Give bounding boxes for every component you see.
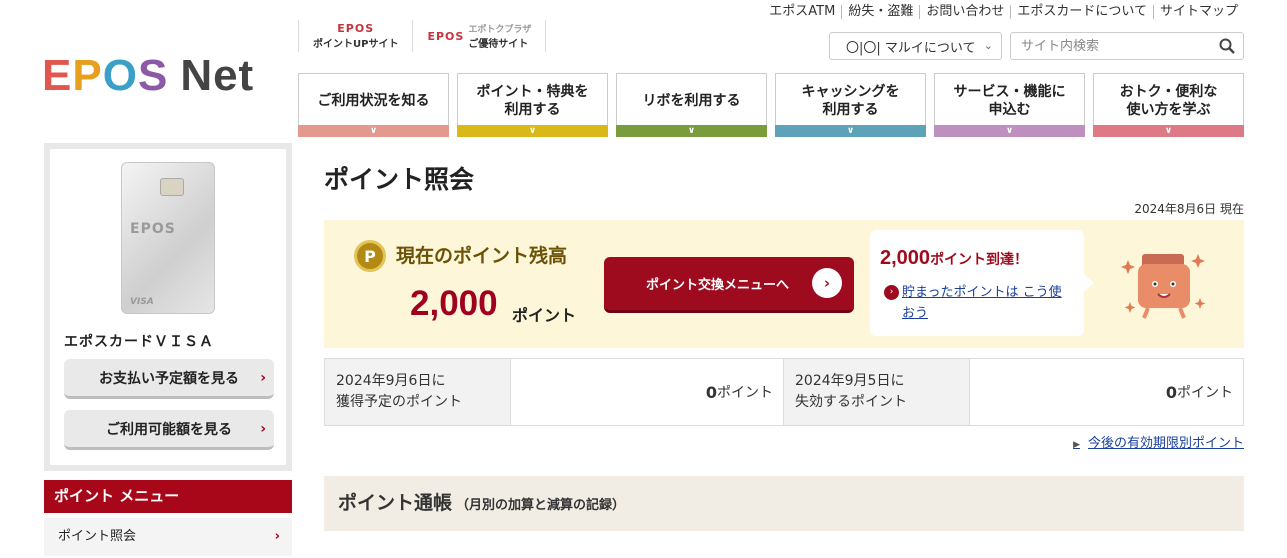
balance-label: 現在のポイント残高 [396, 245, 568, 267]
menu-item-point-inquiry[interactable]: ポイント照会 › [44, 518, 292, 556]
nav-cashing[interactable]: キャッシングを 利用する ∨ [775, 73, 926, 137]
button-label: ご利用可能額を見る [106, 421, 232, 438]
nav-learn-tips[interactable]: おトク・便利な 使い方を学ぶ ∨ [1093, 73, 1244, 137]
card-image: EPOS VISA [121, 162, 215, 314]
utility-nav: エポスATM 紛失・盗難 お問い合わせ エポスカードについて サイトマップ [763, 5, 1244, 19]
site-link-brand: EPOS [337, 22, 375, 35]
chevron-down-icon: ⌄ [983, 39, 993, 52]
chevron-right-icon: › [260, 420, 266, 437]
expire-label-line1: 2024年9月5日に [795, 373, 905, 389]
link-label: 今後の有効期限別ポイント [1087, 436, 1244, 451]
epos-net-logo[interactable]: EPOS Net [42, 52, 254, 100]
unit: ポイント [1177, 385, 1234, 401]
logo-s: S [137, 51, 169, 100]
chevron-down-icon: ∨ [934, 125, 1085, 137]
yutai-site-link[interactable]: EPOS エポトクプラザ ご優待サイト [413, 20, 547, 52]
point-exchange-button[interactable]: ポイント交換メニューへ › [604, 257, 854, 313]
as-of-date: 2024年8月6日 現在 [1134, 202, 1244, 216]
logo-o: O [102, 51, 138, 100]
site-links: EPOS ポイントUPサイト EPOS エポトクプラザ ご優待サイト [298, 20, 547, 52]
expire-value-cell: 0 ポイント [968, 359, 1243, 425]
expire-label-line2: 失効するポイント [795, 394, 908, 410]
point-coin-icon: P [354, 240, 386, 272]
triangle-right-icon: ▶ [1073, 440, 1080, 450]
point-up-site-link[interactable]: EPOS ポイントUPサイト [298, 20, 414, 52]
logo-net: Net [180, 51, 255, 100]
card-logo: EPOS [130, 221, 176, 237]
button-label: お支払い予定額を見る [99, 370, 239, 387]
point-balance-panel: P 現在のポイント残高 2,000 ポイント ポイント交換メニューへ › 2,0… [324, 220, 1244, 348]
link-label: 貯まったポイントは こう使おう [902, 285, 1062, 321]
earn-label-line1: 2024年9月6日に [336, 373, 446, 389]
payment-schedule-button[interactable]: お支払い予定額を見る › [64, 359, 274, 399]
chevron-down-icon: ∨ [298, 125, 449, 137]
point-schedule-table: 2024年9月6日に 獲得予定のポイント 0 ポイント 2024年9月5日に 失効する… [324, 358, 1244, 426]
how-to-use-points-link[interactable]: › 貯まったポイントは こう使おう [884, 282, 1064, 324]
earn-label: 2024年9月6日に 獲得予定のポイント [325, 359, 510, 425]
site-link-label: ポイントUPサイト [313, 39, 399, 50]
point-reached-bubble: 2,000ポイント到達！ › 貯まったポイントは こう使おう [870, 230, 1094, 336]
reached-value: 2,000 [880, 247, 931, 269]
nav-label: サービス・機能に 申込む [953, 83, 1066, 118]
search-icon[interactable] [1219, 38, 1235, 58]
site-link-brand: EPOS [427, 29, 465, 43]
earn-value-cell: 0 ポイント [509, 359, 785, 425]
point-menu-header: ポイント メニュー [44, 480, 292, 513]
chevron-down-icon: ∨ [457, 125, 608, 137]
button-label: ポイント交換メニューへ [646, 278, 790, 293]
expiry-points-link[interactable]: ▶ 今後の有効期限別ポイント [1073, 432, 1244, 451]
reached-title: 2,000ポイント到達！ [880, 247, 1028, 270]
unit: ポイント [717, 385, 774, 401]
earn-label-line2: 獲得予定のポイント [336, 394, 462, 410]
util-link-atm[interactable]: エポスATM [763, 5, 841, 19]
reached-suffix: ポイント到達！ [930, 252, 1029, 268]
chevron-right-icon: › [274, 529, 280, 544]
expire-label: 2024年9月5日に 失効するポイント [784, 359, 969, 425]
chevron-down-icon: ∨ [1093, 125, 1244, 137]
card-chip [160, 178, 184, 196]
wallet-mascot-icon [1121, 254, 1206, 319]
nav-label: ポイント・特典を 利用する [476, 83, 589, 118]
passbook-title: ポイント通帳 [338, 492, 453, 514]
balance-value: 2,000 [410, 284, 498, 323]
nav-revolving[interactable]: リボを利用する ∨ [616, 73, 767, 137]
passbook-section-header: ポイント通帳 （月別の加算と減算の記録） [324, 476, 1244, 531]
search-input[interactable] [1011, 34, 1211, 58]
marui-select-value: 〇|〇| マルイについて [846, 40, 976, 56]
site-link-sub: エポトクプラザ [468, 25, 532, 35]
card-name: エポスカードＶＩＳＡ [64, 334, 214, 350]
nav-label: キャッシングを 利用する [801, 83, 900, 118]
chevron-right-icon: › [260, 369, 266, 386]
util-link-about[interactable]: エポスカードについて [1010, 5, 1153, 19]
page-title: ポイント照会 [324, 165, 475, 194]
nav-services-apply[interactable]: サービス・機能に 申込む ∨ [934, 73, 1085, 137]
arrow-right-icon: › [884, 285, 899, 300]
nav-points-benefits[interactable]: ポイント・特典を 利用する ∨ [457, 73, 608, 137]
nav-label: リボを利用する [642, 92, 741, 109]
chevron-down-icon: ∨ [616, 125, 767, 137]
visa-logo: VISA [130, 297, 154, 307]
page: EPOS Net EPOS ポイントUPサイト EPOS エポトクプラザ ご優待サ… [0, 0, 1287, 558]
site-search [1010, 32, 1244, 60]
util-link-contact[interactable]: お問い合わせ [919, 5, 1010, 19]
logo-e: E [42, 51, 73, 100]
balance-unit: ポイント [512, 306, 577, 325]
earn-value: 0 [705, 382, 718, 402]
passbook-subtitle: （月別の加算と減算の記録） [456, 498, 626, 513]
site-link-label: ご優待サイト [468, 39, 529, 50]
main-nav: ご利用状況を知る ∨ ポイント・特典を 利用する ∨ リボを利用する ∨ キャッシング… [298, 73, 1244, 137]
nav-label: おトク・便利な 使い方を学ぶ [1119, 83, 1218, 118]
util-link-lost[interactable]: 紛失・盗難 [841, 5, 919, 19]
menu-item-label: ポイント照会 [58, 529, 137, 544]
nav-label: ご利用状況を知る [317, 92, 430, 109]
marui-select[interactable]: 〇|〇| マルイについて ⌄ [829, 32, 1002, 60]
arrow-right-icon: › [812, 268, 842, 298]
nav-usage-status[interactable]: ご利用状況を知る ∨ [298, 73, 449, 137]
util-link-sitemap[interactable]: サイトマップ [1152, 5, 1244, 19]
card-panel: EPOS VISA エポスカードＶＩＳＡ お支払い予定額を見る › ご利用可能額を… [44, 143, 292, 471]
chevron-down-icon: ∨ [775, 125, 926, 137]
logo-p: P [72, 51, 103, 100]
expire-value: 0 [1165, 382, 1178, 402]
available-amount-button[interactable]: ご利用可能額を見る › [64, 410, 274, 450]
